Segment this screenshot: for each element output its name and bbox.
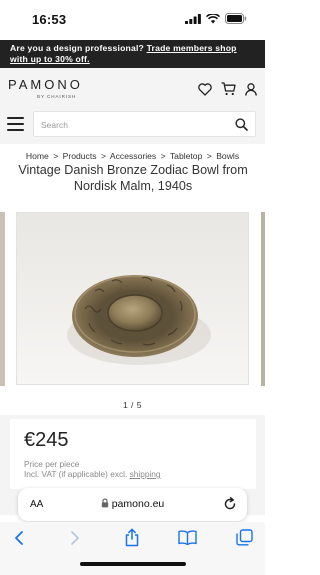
search-input[interactable]: Search — [33, 111, 256, 137]
battery-icon — [225, 13, 247, 24]
cart-icon[interactable] — [221, 82, 236, 96]
url-text: pamono.eu — [111, 498, 165, 510]
breadcrumb-separator: > — [100, 151, 106, 161]
search-icon[interactable] — [235, 118, 248, 131]
site-header: PAMONO BY CHAIRISH — [0, 68, 265, 108]
next-image-peek[interactable] — [261, 212, 265, 386]
hamburger-menu-icon[interactable] — [7, 117, 24, 131]
breadcrumb-tabletop[interactable]: Tabletop — [170, 151, 203, 161]
breadcrumb: Home > Products > Accessories > Tabletop… — [0, 151, 265, 161]
price-unit: Price per piece — [24, 459, 80, 469]
status-bar: 16:53 — [0, 0, 265, 40]
previous-image-peek[interactable] — [0, 212, 5, 386]
price-value: €245 — [24, 429, 69, 451]
promo-text: Are you a design professional? — [10, 43, 144, 53]
search-placeholder: Search — [41, 120, 68, 130]
heart-icon[interactable] — [198, 82, 212, 96]
breadcrumb-products[interactable]: Products — [63, 151, 97, 161]
promo-banner: Are you a design professional? Trade mem… — [0, 40, 265, 68]
shipping-link[interactable]: shipping — [130, 469, 161, 479]
user-icon[interactable] — [245, 82, 257, 96]
reload-icon[interactable] — [223, 497, 237, 511]
breadcrumb-bowls[interactable]: Bowls — [216, 151, 239, 161]
home-indicator — [80, 562, 186, 566]
product-title: Vintage Danish Bronze Zodiac Bowl from N… — [18, 163, 248, 193]
url-display[interactable]: pamono.eu — [18, 498, 247, 510]
back-icon[interactable] — [13, 530, 25, 546]
status-time: 16:53 — [32, 12, 67, 27]
product-gallery — [0, 209, 265, 386]
breadcrumb-accessories[interactable]: Accessories — [110, 151, 156, 161]
breadcrumb-home[interactable]: Home — [26, 151, 49, 161]
tabs-icon[interactable] — [236, 529, 253, 546]
vat-note: Incl. VAT (if applicable) excl. — [24, 469, 128, 479]
breadcrumb-separator: > — [53, 151, 59, 161]
image-counter: 1 / 5 — [122, 400, 143, 410]
wifi-icon — [206, 13, 220, 23]
signal-icon — [185, 13, 201, 24]
address-bar[interactable]: AA pamono.eu — [18, 488, 247, 521]
breadcrumb-separator: > — [206, 151, 212, 161]
price-note: Price per piece Incl. VAT (if applicable… — [24, 459, 161, 479]
breadcrumb-separator: > — [160, 151, 166, 161]
status-icons — [185, 13, 247, 24]
header-icons — [198, 82, 257, 96]
logo-subtitle: BY CHAIRISH — [37, 94, 77, 99]
share-icon[interactable] — [124, 528, 140, 547]
pamono-logo[interactable]: PAMONO — [8, 77, 83, 92]
lock-icon — [101, 498, 108, 508]
price-card: €245 Price per piece Incl. VAT (if appli… — [10, 419, 256, 489]
browser-toolbar — [0, 522, 265, 575]
bookmarks-icon[interactable] — [178, 530, 197, 545]
search-row: Search — [0, 108, 265, 144]
forward-icon[interactable] — [69, 530, 81, 546]
product-image[interactable] — [16, 212, 249, 385]
